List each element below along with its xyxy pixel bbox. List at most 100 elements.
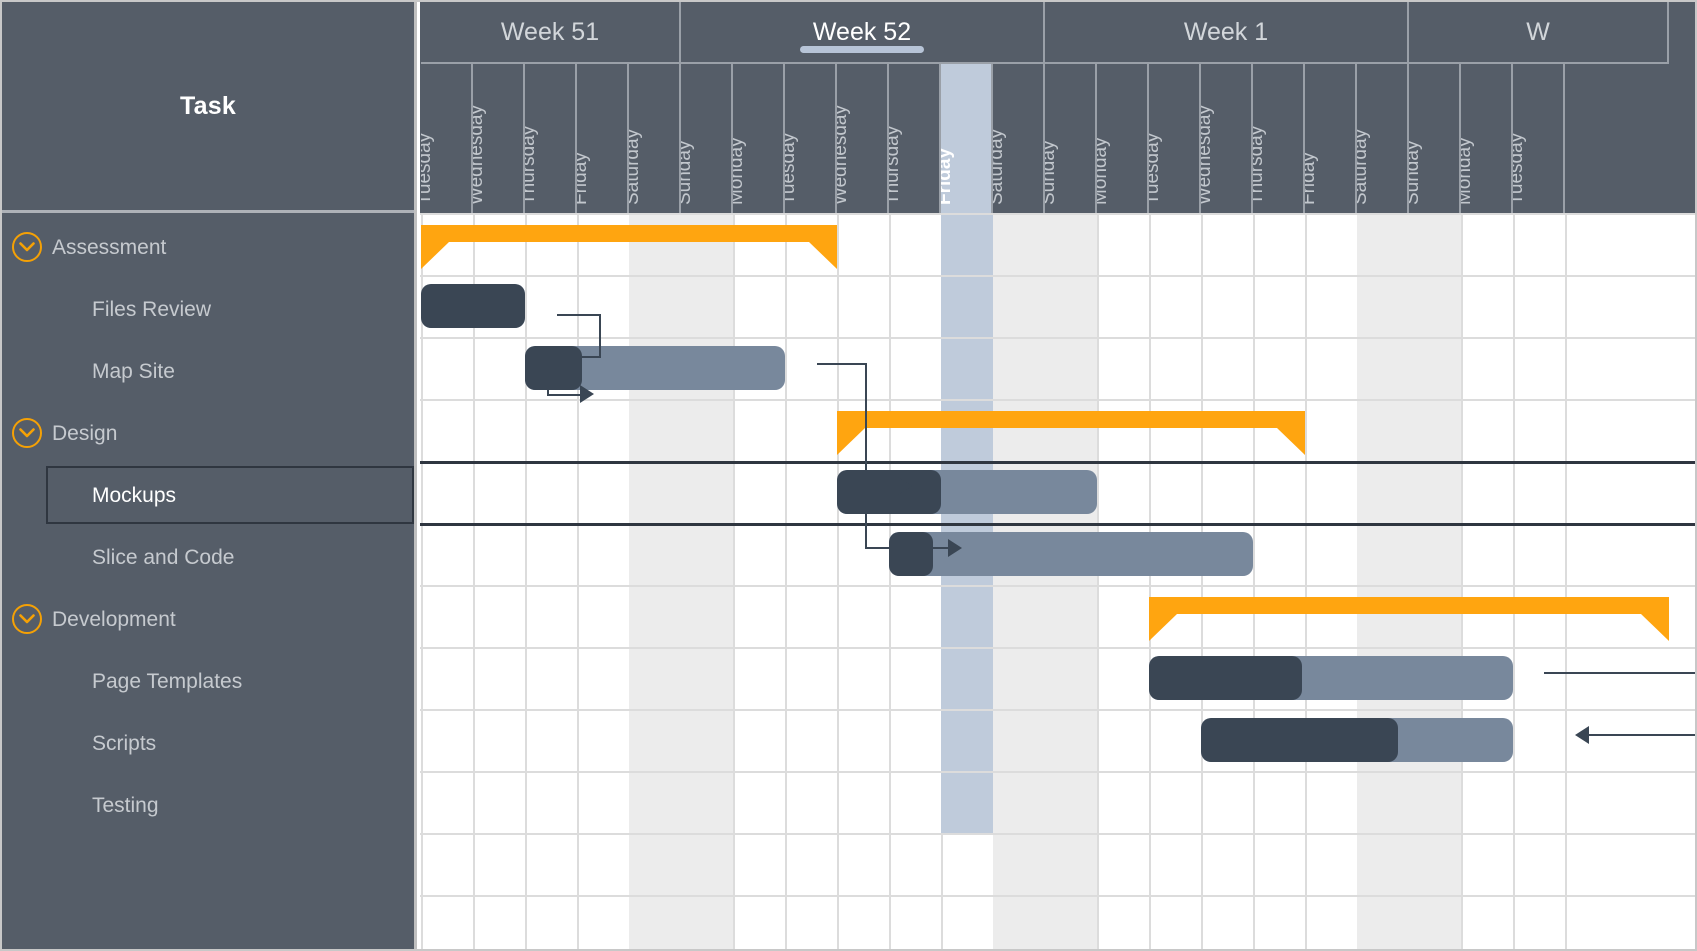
day-label: Thursday bbox=[525, 125, 539, 205]
task-label: Scripts bbox=[92, 731, 157, 755]
grid-column-line bbox=[1253, 213, 1255, 949]
day-header-cell[interactable]: Tuesday bbox=[1149, 64, 1201, 213]
page-title: Task bbox=[180, 91, 236, 120]
day-label: Saturday bbox=[1357, 128, 1371, 205]
progress-fill bbox=[1149, 656, 1302, 700]
week-header-cell[interactable]: W bbox=[1409, 2, 1669, 64]
week-header-cell[interactable]: Week 51 bbox=[421, 2, 681, 64]
day-header-cell[interactable]: Tuesday bbox=[785, 64, 837, 213]
summary-cap-right bbox=[809, 242, 837, 269]
task-row-page-templates[interactable]: Page Templates bbox=[2, 650, 414, 712]
day-header-cell[interactable]: Tuesday bbox=[421, 64, 473, 213]
week-label: Week 1 bbox=[1183, 17, 1269, 46]
day-header-cell[interactable]: Thursday bbox=[525, 64, 577, 213]
day-header-cell[interactable]: Monday bbox=[1097, 64, 1149, 213]
day-label: Wednesday bbox=[837, 105, 851, 205]
task-row-map-site[interactable]: Map Site bbox=[2, 340, 414, 402]
grid-row-line bbox=[420, 647, 1695, 649]
grid-row-line bbox=[420, 337, 1695, 339]
task-row-mockups[interactable]: Mockups bbox=[2, 464, 414, 526]
progress-fill bbox=[1201, 718, 1398, 762]
day-header-cell[interactable]: Tuesday bbox=[1513, 64, 1565, 213]
week-header-cell[interactable]: Week 52 bbox=[681, 2, 1045, 64]
chevron-down-icon[interactable] bbox=[12, 418, 42, 448]
week-label: Week 52 bbox=[812, 17, 912, 46]
task-label: Testing bbox=[92, 793, 159, 817]
dependency-arrowhead bbox=[1575, 726, 1589, 744]
chevron-down-icon[interactable] bbox=[12, 232, 42, 262]
dependency-segment bbox=[599, 314, 601, 358]
progress-fill bbox=[421, 284, 525, 328]
day-header-cell[interactable]: Sunday bbox=[1045, 64, 1097, 213]
task-label: Map Site bbox=[92, 359, 175, 383]
chevron-down-icon[interactable] bbox=[12, 604, 42, 634]
grid-column-line bbox=[1565, 213, 1567, 949]
week-label: Week 51 bbox=[500, 17, 600, 46]
task-bar[interactable] bbox=[421, 284, 525, 328]
day-label: Friday bbox=[941, 147, 955, 205]
task-label: Slice and Code bbox=[92, 545, 235, 569]
task-panel: Task Assessment Files Review Map Site Desig… bbox=[2, 2, 417, 949]
task-row-design[interactable]: Design bbox=[2, 402, 414, 464]
day-header-cell[interactable]: Sunday bbox=[681, 64, 733, 213]
grid-column-line bbox=[733, 213, 735, 949]
dependency-segment bbox=[547, 356, 601, 358]
task-bar[interactable] bbox=[525, 346, 785, 390]
day-label: Monday bbox=[1461, 137, 1475, 205]
day-header-cell[interactable]: Thursday bbox=[1253, 64, 1305, 213]
task-bar[interactable] bbox=[1201, 718, 1513, 762]
day-header-cell[interactable]: Wednesday bbox=[837, 64, 889, 213]
task-bar[interactable] bbox=[837, 470, 1097, 514]
task-row-assessment[interactable]: Assessment bbox=[2, 216, 414, 278]
dependency-segment bbox=[1578, 734, 1695, 736]
grid-column-line bbox=[577, 213, 579, 949]
dependency-arrowhead bbox=[580, 385, 594, 403]
task-bar[interactable] bbox=[1149, 656, 1513, 700]
day-header-cell[interactable]: Friday bbox=[577, 64, 629, 213]
task-row-testing[interactable]: Testing bbox=[2, 774, 414, 836]
day-header-cell[interactable]: Monday bbox=[733, 64, 785, 213]
weekend-column bbox=[1409, 213, 1461, 949]
day-header-cell[interactable]: Friday bbox=[941, 64, 993, 213]
week-header-cell[interactable]: Week 1 bbox=[1045, 2, 1409, 64]
grid-row-line bbox=[420, 275, 1695, 277]
grid-row-line bbox=[420, 833, 1695, 835]
dependency-segment bbox=[1544, 672, 1695, 674]
task-label: Page Templates bbox=[92, 669, 243, 693]
day-header-cell[interactable]: Saturday bbox=[629, 64, 681, 213]
day-header-cell[interactable]: Thursday bbox=[889, 64, 941, 213]
day-header-cell[interactable]: Monday bbox=[1461, 64, 1513, 213]
grid-column-line bbox=[1461, 213, 1463, 949]
task-bar[interactable] bbox=[889, 532, 1253, 576]
grid-row-line bbox=[420, 709, 1695, 711]
grid-column-line bbox=[1201, 213, 1203, 949]
summary-bar[interactable] bbox=[1149, 597, 1669, 641]
day-header-cell[interactable]: Sunday bbox=[1409, 64, 1461, 213]
summary-cap-left bbox=[837, 428, 865, 455]
day-label: Monday bbox=[1097, 137, 1111, 205]
gantt-chart-app: Task Assessment Files Review Map Site Desig… bbox=[0, 0, 1697, 951]
summary-bar[interactable] bbox=[837, 411, 1305, 455]
dependency-arrowhead bbox=[898, 477, 912, 495]
day-header-cell[interactable]: Saturday bbox=[993, 64, 1045, 213]
dependency-segment bbox=[865, 547, 953, 549]
day-label: Thursday bbox=[889, 125, 903, 205]
day-header-cell[interactable]: Wednesday bbox=[1201, 64, 1253, 213]
grid-column-line bbox=[785, 213, 787, 949]
day-header-cell[interactable]: Saturday bbox=[1357, 64, 1409, 213]
day-header-cell[interactable]: Wednesday bbox=[473, 64, 525, 213]
progress-fill bbox=[525, 346, 582, 390]
task-row-slice-and-code[interactable]: Slice and Code bbox=[2, 526, 414, 588]
task-row-development[interactable]: Development bbox=[2, 588, 414, 650]
day-label: Tuesday bbox=[1513, 132, 1527, 205]
dependency-segment bbox=[817, 363, 867, 365]
selected-row-boundary bbox=[420, 461, 1695, 464]
task-label: Assessment bbox=[52, 235, 167, 259]
summary-bar[interactable] bbox=[421, 225, 837, 269]
task-row-files-review[interactable]: Files Review bbox=[2, 278, 414, 340]
grid-row-line bbox=[420, 895, 1695, 897]
grid-row-line bbox=[420, 585, 1695, 587]
task-row-scripts[interactable]: Scripts bbox=[2, 712, 414, 774]
week-label: W bbox=[1526, 17, 1550, 46]
day-header-cell[interactable]: Friday bbox=[1305, 64, 1357, 213]
